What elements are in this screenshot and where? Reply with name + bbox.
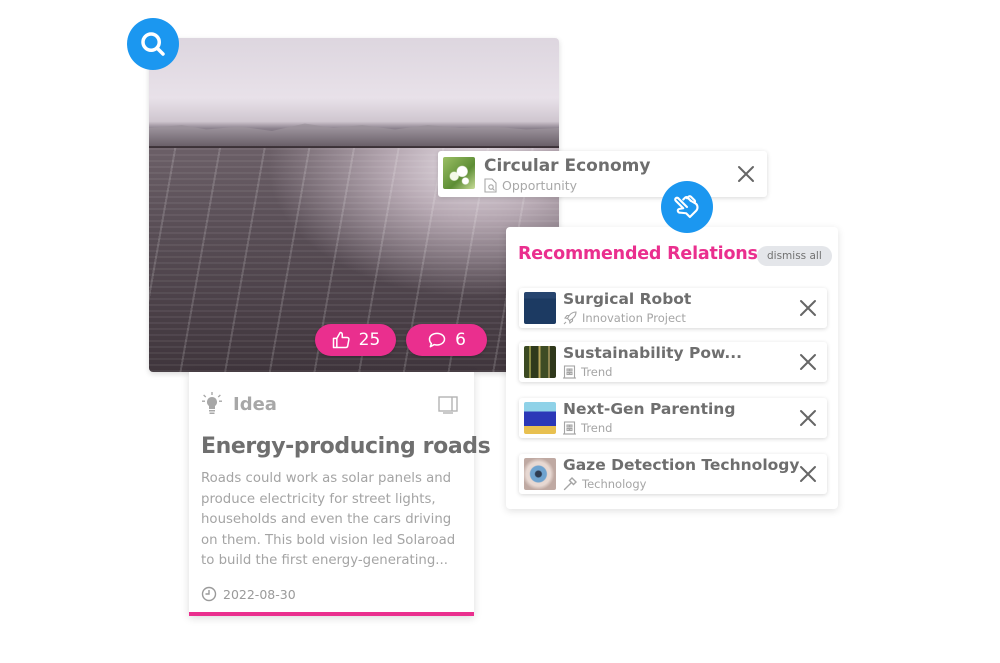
sidebar-toggle-icon[interactable]: [438, 396, 458, 418]
idea-description: Roads could work as solar panels and pro…: [201, 471, 456, 568]
dismiss-relation-button[interactable]: [799, 299, 817, 321]
idea-date-text: 2022-08-30: [223, 586, 296, 602]
lightbulb-icon: [202, 392, 222, 414]
relation-type: Innovation Project: [563, 311, 686, 325]
close-icon: [800, 410, 816, 426]
pointing-hand-icon: [674, 195, 699, 219]
rocket-icon: [563, 311, 577, 325]
like-button[interactable]: 25: [315, 324, 396, 356]
idea-date: 2022-08-30: [201, 586, 296, 602]
relation-type: Trend: [563, 365, 612, 379]
remove-linked-item-button[interactable]: [737, 165, 755, 187]
linked-item-thumbnail: [443, 157, 475, 189]
relation-thumbnail: [524, 402, 556, 434]
close-icon: [800, 354, 816, 370]
dismiss-relation-button[interactable]: [799, 465, 817, 487]
relation-item[interactable]: Next-Gen Parenting Trend: [519, 398, 827, 438]
recommended-relations-panel: Recommended Relations dismiss all Surgic…: [506, 227, 838, 509]
relation-type: Trend: [563, 421, 612, 435]
comment-button[interactable]: 6: [406, 324, 487, 356]
recommended-relations-title: Recommended Relations: [518, 244, 758, 264]
search-button[interactable]: [127, 18, 179, 70]
relation-thumbnail: [524, 346, 556, 378]
pointer-hand-button[interactable]: [661, 181, 713, 233]
like-count: 25: [358, 330, 381, 350]
close-icon: [800, 300, 816, 316]
relation-item[interactable]: Sustainability Pow... Trend: [519, 342, 827, 382]
linked-item-title[interactable]: Circular Economy: [484, 156, 650, 176]
idea-type-text: Idea: [233, 393, 277, 415]
idea-title[interactable]: Energy-producing roads: [201, 434, 491, 459]
relation-thumbnail: [524, 292, 556, 324]
building-icon: [563, 365, 576, 379]
linked-item-type: Opportunity: [484, 178, 577, 193]
image-treeline: [149, 123, 559, 146]
relation-thumbnail: [524, 458, 556, 490]
relation-type-text: Trend: [581, 365, 613, 379]
comment-count: 6: [455, 330, 466, 350]
relation-type-text: Technology: [582, 477, 647, 491]
search-icon: [141, 32, 165, 56]
close-icon: [738, 166, 754, 182]
relation-title[interactable]: Sustainability Pow...: [563, 344, 742, 362]
idea-card[interactable]: Idea Energy-producing roads Roads could …: [189, 372, 491, 616]
building-icon: [563, 421, 576, 435]
relation-type-text: Trend: [581, 421, 613, 435]
relation-item[interactable]: Gaze Detection Technology Technology: [519, 454, 827, 494]
dismiss-relation-button[interactable]: [799, 353, 817, 375]
linked-item-card[interactable]: Circular Economy Opportunity: [438, 151, 767, 197]
speech-bubble-icon: [428, 332, 446, 348]
dismiss-relation-button[interactable]: [799, 409, 817, 431]
idea-type-label: Idea: [201, 392, 277, 416]
document-search-icon: [484, 178, 497, 193]
dismiss-all-button[interactable]: dismiss all: [757, 246, 832, 266]
relation-title[interactable]: Surgical Robot: [563, 290, 691, 308]
relation-title[interactable]: Next-Gen Parenting: [563, 400, 735, 418]
close-icon: [800, 466, 816, 482]
idea-cover-image[interactable]: 25 6: [149, 38, 559, 372]
relation-title[interactable]: Gaze Detection Technology: [563, 456, 800, 474]
clock-icon: [201, 586, 217, 602]
hammer-icon: [563, 477, 577, 491]
relation-item[interactable]: Surgical Robot Innovation Project: [519, 288, 827, 328]
linked-item-type-text: Opportunity: [502, 178, 578, 193]
relation-type-text: Innovation Project: [582, 311, 686, 325]
thumbs-up-icon: [332, 331, 350, 349]
relation-type: Technology: [563, 477, 646, 491]
